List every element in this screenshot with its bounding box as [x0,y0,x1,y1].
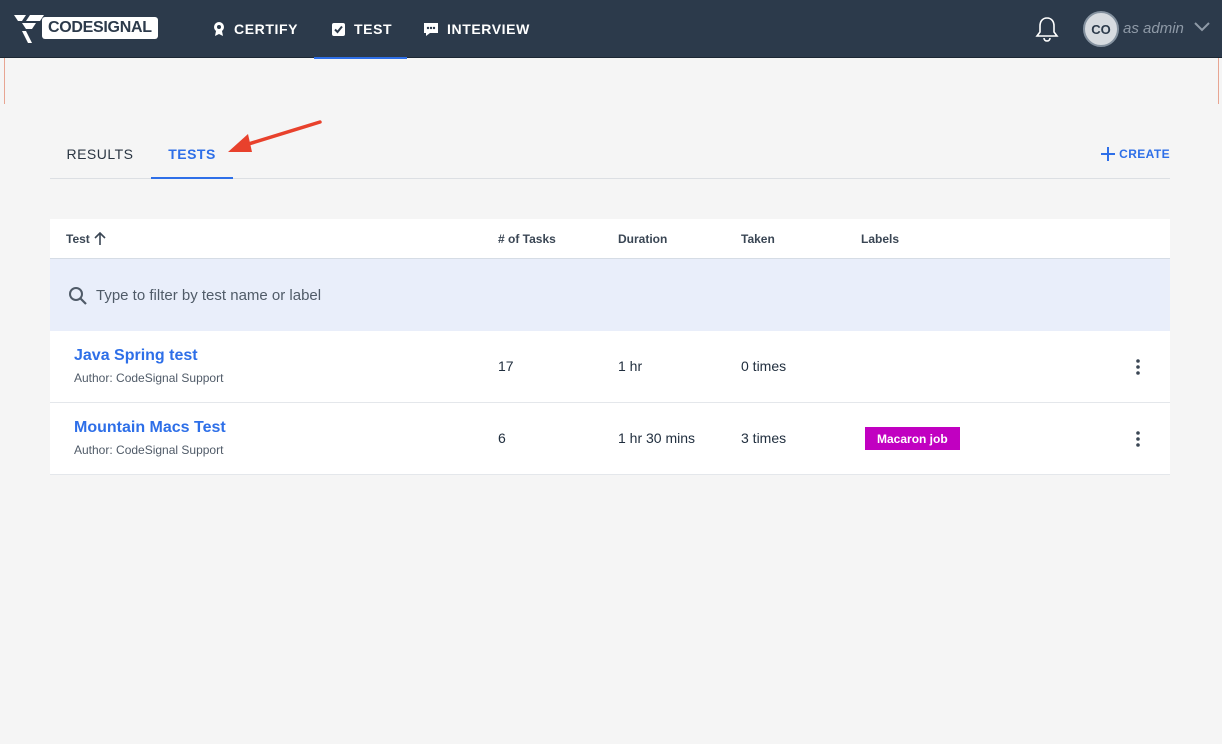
nav-interview-label: INTERVIEW [447,21,530,37]
top-nav-bar: CODESIGNAL CERTIFY TEST INTERVIEW CO as … [0,0,1222,59]
more-options-icon[interactable] [1128,357,1148,377]
badge-icon [214,22,224,36]
plus-icon [1101,147,1116,161]
nav-test-label: TEST [354,21,393,37]
tab-tests[interactable]: TESTS [151,130,233,179]
test-name-link[interactable]: Java Spring test [74,347,198,365]
bell-icon[interactable] [1035,16,1059,42]
nav-certify-label: CERTIFY [234,21,299,37]
highlight-outline-right [1218,58,1219,104]
create-label: CREATE [1119,147,1170,161]
create-button[interactable]: CREATE [1101,130,1170,178]
duration: 1 hr [618,358,643,374]
codesignal-logo[interactable]: CODESIGNAL [12,11,164,45]
taken-count: 0 times [741,358,787,374]
table-header: Test # of Tasks Duration Taken Labels [50,219,1170,259]
table-row[interactable]: Mountain Macs Test Author: CodeSignal Su… [50,403,1170,475]
column-header-taken[interactable]: Taken [741,219,775,259]
filter-row [50,259,1170,331]
filter-input[interactable] [96,283,696,307]
nav-interview[interactable]: INTERVIEW [423,0,530,58]
column-header-duration[interactable]: Duration [618,219,667,259]
test-author: Author: CodeSignal Support [74,371,224,385]
tasks-count: 6 [498,430,506,446]
logo-wordmark: CODESIGNAL [42,17,158,39]
test-name-link[interactable]: Mountain Macs Test [74,419,226,437]
table-row[interactable]: Java Spring test Author: CodeSignal Supp… [50,331,1170,403]
annotation-arrow [228,120,322,152]
codesignal-logo-mark [14,15,44,43]
column-header-labels[interactable]: Labels [861,219,899,259]
more-options-icon[interactable] [1128,429,1148,449]
test-author: Author: CodeSignal Support [74,443,224,457]
chevron-down-icon[interactable] [1194,22,1210,32]
column-header-tasks[interactable]: # of Tasks [498,219,556,259]
label-chip[interactable]: Macaron job [865,427,960,450]
sort-arrow-up-icon [94,232,106,245]
search-icon [69,287,87,305]
role-label[interactable]: as admin [1123,20,1184,37]
column-header-test[interactable]: Test [66,219,106,259]
avatar-initials: CO [1091,21,1111,37]
highlight-outline-left [4,58,5,104]
taken-count: 3 times [741,430,787,446]
duration: 1 hr 30 mins [618,430,696,446]
tab-bar: RESULTS TESTS CREATE [50,130,1170,179]
tasks-count: 17 [498,358,514,374]
avatar[interactable]: CO [1083,11,1119,47]
checkbox-icon [332,22,345,36]
tests-table: Test # of Tasks Duration Taken Labels Ja… [50,219,1170,475]
nav-test[interactable]: TEST [314,0,407,59]
nav-certify[interactable]: CERTIFY [212,0,298,58]
tab-results[interactable]: RESULTS [50,130,150,178]
column-header-test-label: Test [66,232,90,246]
chat-icon [424,22,438,36]
